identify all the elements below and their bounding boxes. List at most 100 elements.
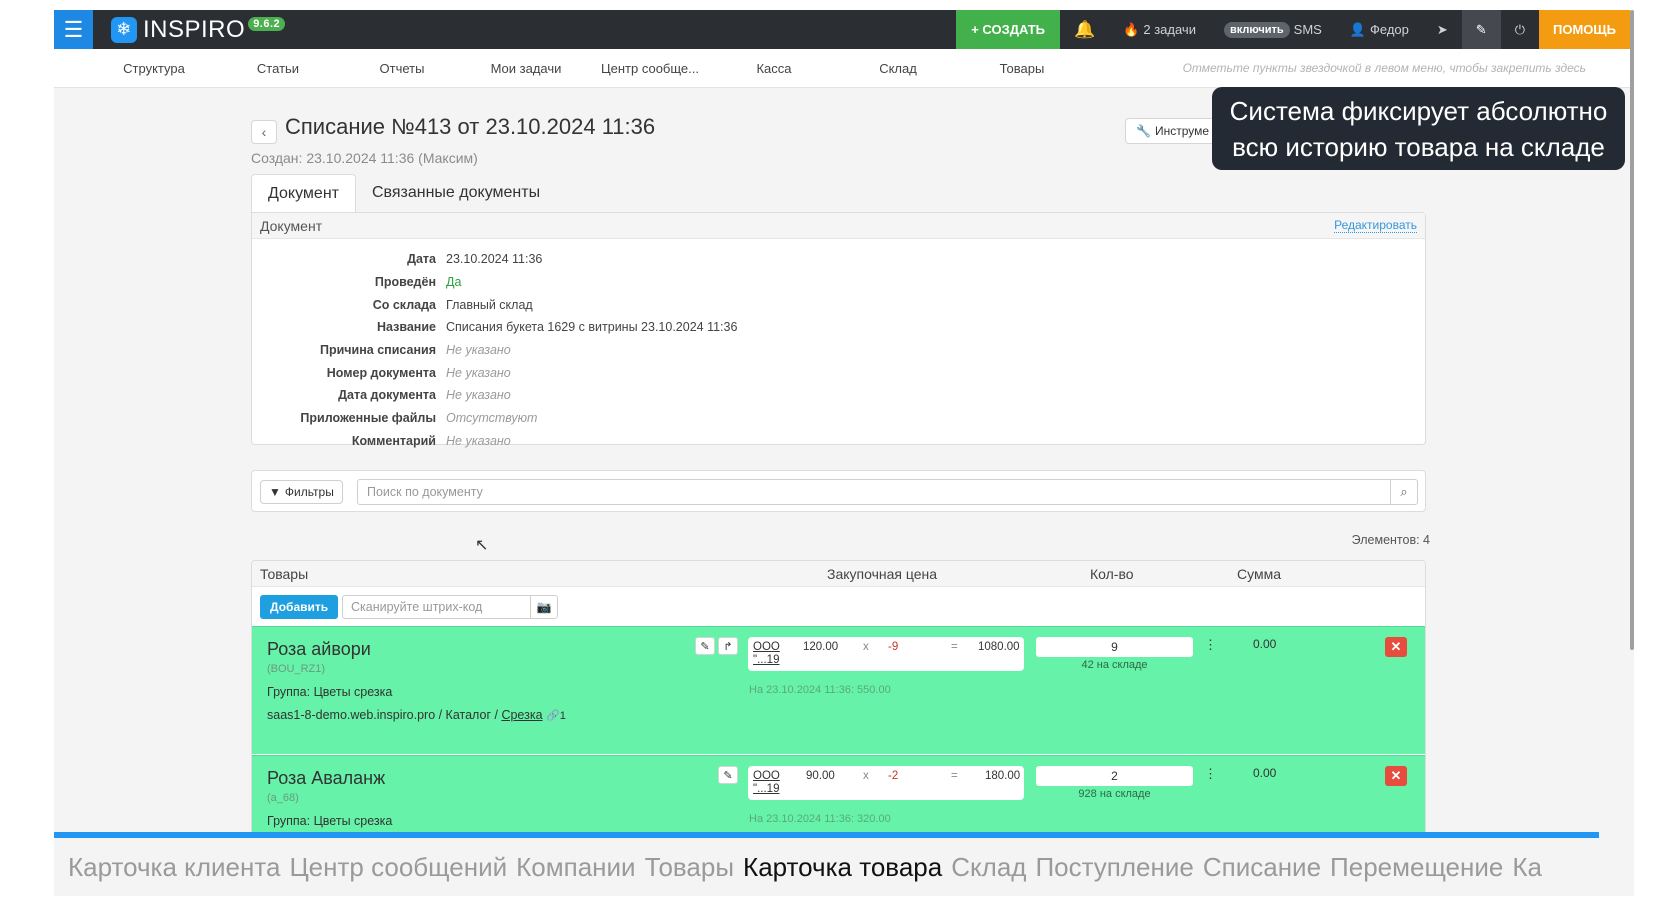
page-title: Списание №413 от 23.10.2024 11:36 (285, 114, 656, 139)
open-product-button[interactable]: ↱ (718, 637, 738, 655)
create-button[interactable]: + СОЗДАТЬ (956, 10, 1061, 49)
supplier-name-suffix[interactable]: "...19 (753, 783, 779, 795)
product-sku: (a_68) (267, 792, 299, 804)
notifications-button[interactable]: 🔔 (1060, 10, 1109, 49)
edit-mode-button[interactable]: ✎ (1461, 10, 1501, 49)
caption-item: Товары (644, 851, 735, 882)
tools-button[interactable]: 🔧 Инструме (1125, 118, 1221, 144)
nav-item-my-tasks[interactable]: Мои задачи (464, 61, 588, 76)
close-icon: ✕ (1390, 639, 1402, 654)
barcode-scan-input[interactable]: Сканируйте штрих-код (342, 595, 531, 619)
document-field-row: Проведён Да (252, 271, 1425, 294)
user-name: Федор (1370, 22, 1409, 37)
filter-bar: ▼ Фильтры Поиск по документу ⌕ (251, 470, 1426, 512)
document-field-row: Комментарий Не указано (252, 430, 1425, 453)
sms-toggle[interactable]: включить SMS (1210, 10, 1336, 49)
edit-product-button[interactable]: ✎ (695, 637, 715, 655)
document-field-row: Приложенные файлы Отсутствуют (252, 407, 1425, 430)
tasks-button[interactable]: 🔥 2 задачи (1109, 10, 1210, 49)
supplier-name-suffix[interactable]: "...19 (753, 654, 779, 666)
pencil-icon: ✎ (1475, 21, 1487, 37)
nav-item-reports[interactable]: Отчеты (340, 61, 464, 76)
version-badge: 9.6.2 (248, 16, 286, 31)
help-button[interactable]: ПОМОЩЬ (1539, 10, 1630, 49)
document-panel-title: Документ (260, 217, 323, 234)
add-product-button[interactable]: Добавить (260, 595, 339, 619)
field-value: Не указано (446, 433, 511, 448)
products-table: Товары Закупочная цена Кол-во Сумма Доба… (251, 560, 1426, 860)
logo-text: INSPIRO (143, 15, 246, 43)
product-name[interactable]: Роза айвори (267, 639, 371, 660)
quantity-input[interactable]: 9 (1036, 637, 1193, 657)
document-panel: Документ Редактировать Дата 23.10.2024 11… (251, 212, 1426, 448)
supplier-name[interactable]: ООО (753, 770, 780, 782)
camera-button[interactable]: 📷 (530, 595, 558, 619)
column-purchase-price: Закупочная цена (827, 566, 938, 582)
delete-row-button[interactable]: ✕ (1385, 637, 1407, 657)
document-field-row: Дата 23.10.2024 11:36 (252, 248, 1425, 271)
nav-item-articles[interactable]: Статьи (216, 61, 340, 76)
supplier-name[interactable]: ООО (753, 641, 780, 653)
logout-button[interactable]: ⏻ (1501, 10, 1539, 49)
stock-level: 42 на складе (1081, 659, 1148, 671)
price-calculation: ООО "...19 120.00 x -9 = 1080.00 (748, 637, 1024, 671)
pencil-icon: ✎ (723, 769, 733, 782)
tab-related-documents[interactable]: Связанные документы (356, 174, 556, 212)
top-bar: ☰ ❄ INSPIRO 9.6.2 + СОЗДАТЬ 🔔 🔥 2 задачи… (54, 10, 1630, 49)
field-value: Да (446, 275, 462, 290)
field-label: Дата документа (338, 388, 436, 403)
more-options-icon[interactable]: ⋮ (1204, 766, 1217, 782)
document-search-input[interactable]: Поиск по документу (357, 479, 1391, 505)
close-icon: ✕ (1390, 768, 1402, 783)
products-table-header: Товары Закупочная цена Кол-во Сумма (252, 561, 1425, 587)
price-history: На 23.10.2024 11:36: 550.00 (749, 684, 891, 696)
equals-sign: = (951, 641, 958, 653)
category-link[interactable]: Срезка (501, 708, 542, 722)
nav-item-cashbox[interactable]: Касса (712, 61, 836, 76)
nav-item-goods[interactable]: Товары (960, 61, 1084, 76)
nav-item-warehouse[interactable]: Склад (836, 61, 960, 76)
page-subtitle: Создан: 23.10.2024 11:36 (Максим) (251, 150, 478, 166)
field-label: Со склада (372, 297, 436, 312)
nav-item-structure[interactable]: Структура (92, 61, 216, 76)
back-button[interactable]: ‹ (251, 120, 277, 144)
document-field-row: Название Списания букета 1629 с витрины 2… (252, 316, 1425, 339)
product-path-prefix: saas1-8-demo.web.inspiro.pro / Каталог / (267, 708, 498, 722)
menu-icon[interactable]: ☰ (54, 10, 93, 49)
more-options-icon[interactable]: ⋮ (1204, 637, 1217, 653)
logo[interactable]: ❄ INSPIRO 9.6.2 (111, 15, 286, 44)
document-fields: Дата 23.10.2024 11:36 Проведён Да Со склада Г… (252, 239, 1425, 452)
times-sign: x (863, 770, 869, 782)
link-count: 1 (559, 710, 566, 722)
field-label: Причина списания (320, 343, 436, 358)
mouse-cursor-icon: ↖ (475, 537, 489, 554)
row-sum: 0.00 (1253, 637, 1277, 651)
product-path: saas1-8-demo.web.inspiro.pro / Каталог /… (267, 708, 566, 722)
search-button[interactable]: ⌕ (1390, 479, 1418, 505)
field-value: Не указано (446, 343, 511, 358)
link-icon: 🔗 (546, 710, 560, 722)
delete-row-button[interactable]: ✕ (1385, 766, 1407, 786)
row-sum: 0.00 (1253, 766, 1277, 780)
caption-item: Склад (951, 851, 1027, 882)
product-name[interactable]: Роза Аваланж (267, 768, 385, 789)
purchase-price[interactable]: 90.00 (806, 770, 835, 782)
user-icon: 👤 (1349, 21, 1367, 37)
edit-link[interactable]: Редактировать (1334, 218, 1417, 233)
edit-product-button[interactable]: ✎ (718, 766, 738, 784)
tab-document[interactable]: Документ (251, 174, 356, 212)
document-field-row: Со склада Главный склад (252, 293, 1425, 316)
equals-sign: = (951, 770, 958, 782)
send-button[interactable]: ➤ (1423, 10, 1462, 49)
caption-item: Поступление (1035, 851, 1194, 882)
purchase-price[interactable]: 120.00 (803, 641, 838, 653)
bell-icon: 🔔 (1074, 19, 1096, 39)
document-panel-header: Документ Редактировать (252, 213, 1425, 239)
page-scrollbar[interactable] (1630, 10, 1634, 650)
nav-item-message-center[interactable]: Центр сообще... (588, 61, 712, 76)
user-menu[interactable]: 👤 Федор (1336, 10, 1423, 49)
app-window: ☰ ❄ INSPIRO 9.6.2 + СОЗДАТЬ 🔔 🔥 2 задачи… (54, 10, 1634, 896)
filters-button[interactable]: ▼ Фильтры (260, 480, 343, 504)
flame-icon: 🔥 (1123, 21, 1140, 37)
quantity-input[interactable]: 2 (1036, 766, 1193, 786)
